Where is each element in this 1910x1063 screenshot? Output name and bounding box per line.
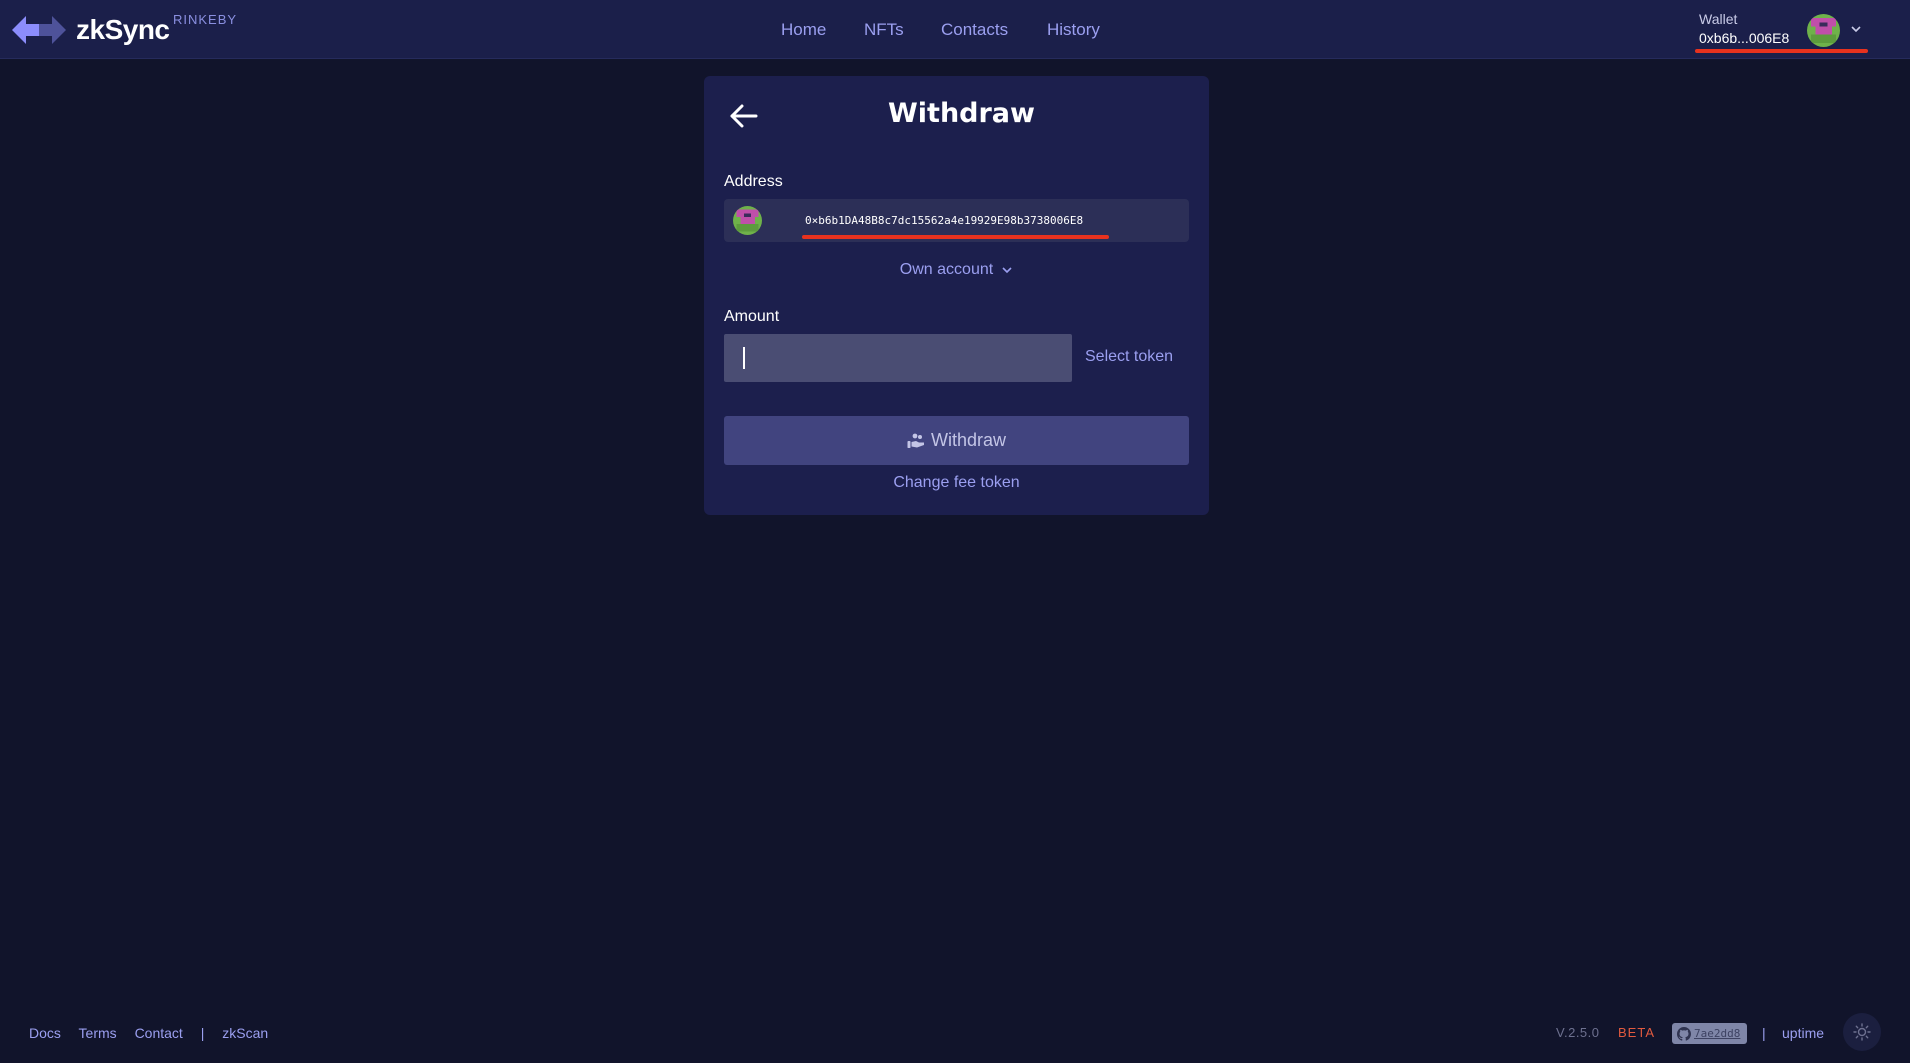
app-root: zkSync RINKEBY Home NFTs Contacts Histor…	[0, 0, 1910, 1063]
withdraw-card: Withdraw Address 0×b6b1DA48B8c7dc15562a4…	[704, 76, 1209, 515]
hand-coins-icon	[907, 433, 924, 448]
page-title: Withdraw	[888, 98, 1035, 129]
network-badge: RINKEBY	[173, 12, 238, 27]
wallet-address: 0xb6b...006E8	[1699, 30, 1790, 46]
address-value: 0×b6b1DA48B8c7dc15562a4e19929E98b3738006…	[805, 214, 1084, 227]
nav-nfts[interactable]: NFTs	[864, 20, 904, 40]
zksync-logo-icon	[12, 16, 66, 44]
footer-link-terms[interactable]: Terms	[79, 1025, 117, 1041]
theme-toggle-button[interactable]	[1843, 1013, 1881, 1051]
footer-separator-right: |	[1762, 1025, 1766, 1041]
address-avatar	[733, 206, 762, 235]
nav-home[interactable]: Home	[781, 20, 826, 40]
amount-label: Amount	[724, 308, 780, 325]
wallet-highlight-underline	[1695, 49, 1868, 53]
footer-link-zkscan[interactable]: zkScan	[222, 1025, 268, 1041]
version-label: V.2.5.0	[1556, 1025, 1600, 1040]
zksync-logo[interactable]: zkSync	[12, 14, 170, 46]
commit-hash: 7ae2dd8	[1694, 1027, 1741, 1040]
footer-link-docs[interactable]: Docs	[29, 1025, 61, 1041]
wallet-label: Wallet	[1699, 11, 1738, 27]
select-token-button[interactable]: Select token	[1085, 348, 1173, 366]
footer-separator: |	[200, 1025, 205, 1041]
wallet-avatar[interactable]	[1807, 14, 1840, 47]
chevron-down-icon[interactable]	[1850, 24, 1862, 34]
sun-icon	[1853, 1023, 1871, 1041]
withdraw-button-label: Withdraw	[930, 430, 1006, 450]
github-icon	[1677, 1026, 1691, 1041]
address-highlight-underline	[802, 235, 1109, 239]
own-account-toggle[interactable]: Own account	[704, 261, 1209, 279]
uptime-link[interactable]: uptime	[1782, 1025, 1824, 1041]
footer-link-contact[interactable]: Contact	[135, 1025, 183, 1041]
nav-history[interactable]: History	[1047, 20, 1100, 40]
footer-links: Docs Terms Contact | zkScan	[29, 1025, 282, 1041]
logo-text: zkSync	[76, 14, 170, 45]
change-fee-token-link[interactable]: Change fee token	[704, 474, 1209, 492]
amount-input[interactable]	[724, 334, 1072, 382]
address-label: Address	[724, 173, 783, 190]
beta-badge: BETA	[1618, 1025, 1655, 1040]
wallet-dropdown[interactable]: Wallet 0xb6b...006E8	[1699, 11, 1789, 46]
main-nav: Home NFTs Contacts History	[0, 0, 1910, 59]
own-account-label: Own account	[899, 261, 994, 278]
nav-contacts[interactable]: Contacts	[941, 20, 1008, 40]
top-header: zkSync RINKEBY Home NFTs Contacts Histor…	[0, 0, 1910, 59]
text-caret	[743, 347, 745, 369]
commit-badge[interactable]: 7ae2dd8	[1672, 1023, 1747, 1044]
withdraw-submit-button[interactable]: Withdraw	[724, 416, 1189, 465]
chevron-down-icon	[1002, 267, 1012, 273]
